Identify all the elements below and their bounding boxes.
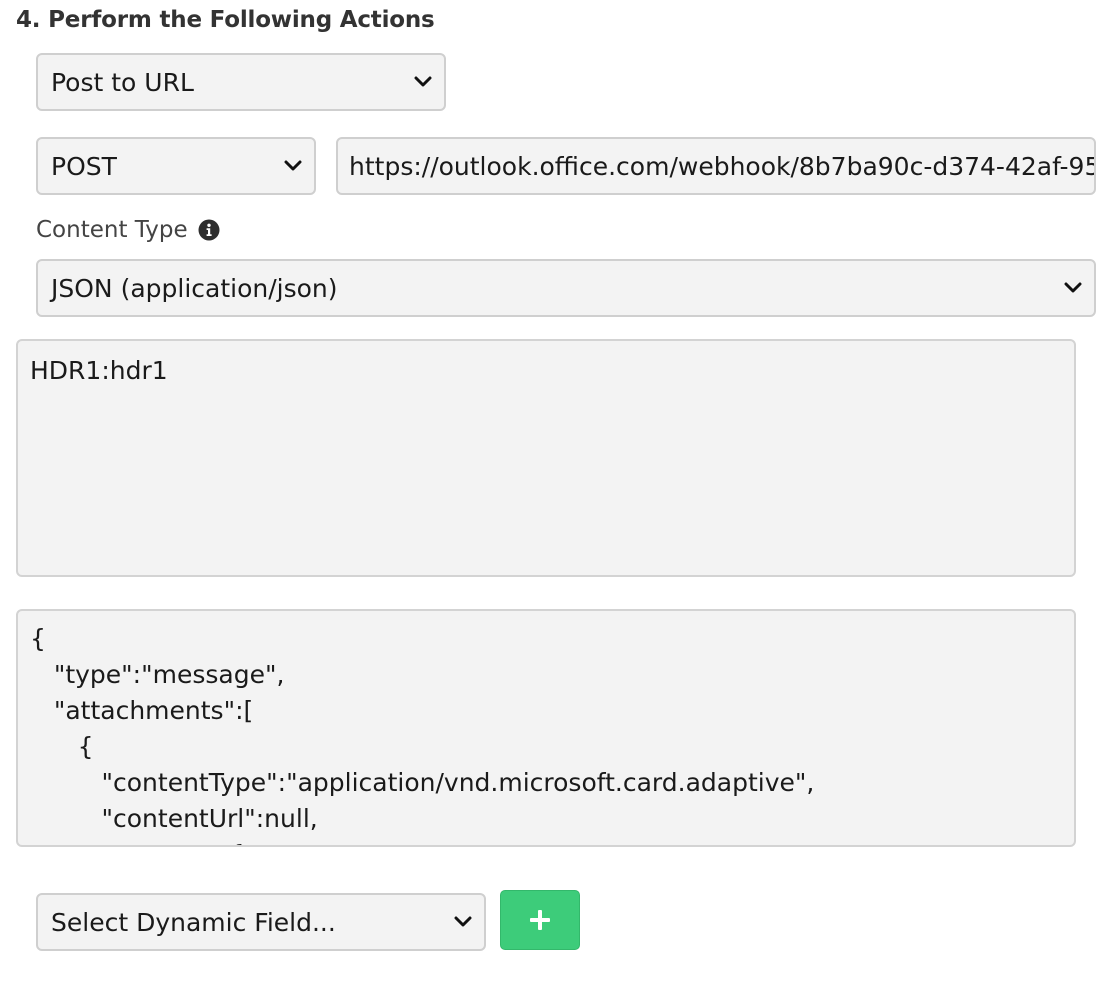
chevron-down-icon — [1064, 282, 1082, 294]
content-type-select[interactable]: JSON (application/json) — [36, 259, 1096, 317]
body-textarea[interactable]: { "type":"message", "attachments":[ { "c… — [16, 609, 1076, 847]
dynamic-field-select-value: Select Dynamic Field... — [51, 907, 336, 937]
method-select[interactable]: POST — [36, 137, 316, 195]
body-textarea-value: { "type":"message", "attachments":[ { "c… — [30, 624, 815, 845]
chevron-down-icon — [414, 76, 432, 88]
content-type-label-row: Content Type — [36, 213, 220, 247]
add-dynamic-field-button[interactable] — [500, 890, 580, 950]
url-input[interactable]: https://outlook.office.com/webhook/8b7ba… — [336, 137, 1096, 195]
plus-icon — [529, 909, 551, 931]
url-input-value: https://outlook.office.com/webhook/8b7ba… — [349, 151, 1096, 181]
chevron-down-icon — [454, 916, 472, 928]
action-select[interactable]: Post to URL — [36, 53, 446, 111]
headers-textarea[interactable]: HDR1:hdr1 — [16, 339, 1076, 577]
info-circle-icon[interactable] — [198, 219, 220, 241]
section-title: 4. Perform the Following Actions — [16, 7, 435, 33]
content-type-label: Content Type — [36, 217, 188, 243]
action-select-value: Post to URL — [51, 67, 194, 97]
dynamic-field-select[interactable]: Select Dynamic Field... — [36, 893, 486, 951]
chevron-down-icon — [284, 160, 302, 172]
content-type-select-value: JSON (application/json) — [51, 273, 338, 303]
method-select-value: POST — [51, 151, 117, 181]
headers-textarea-value: HDR1:hdr1 — [30, 356, 168, 385]
